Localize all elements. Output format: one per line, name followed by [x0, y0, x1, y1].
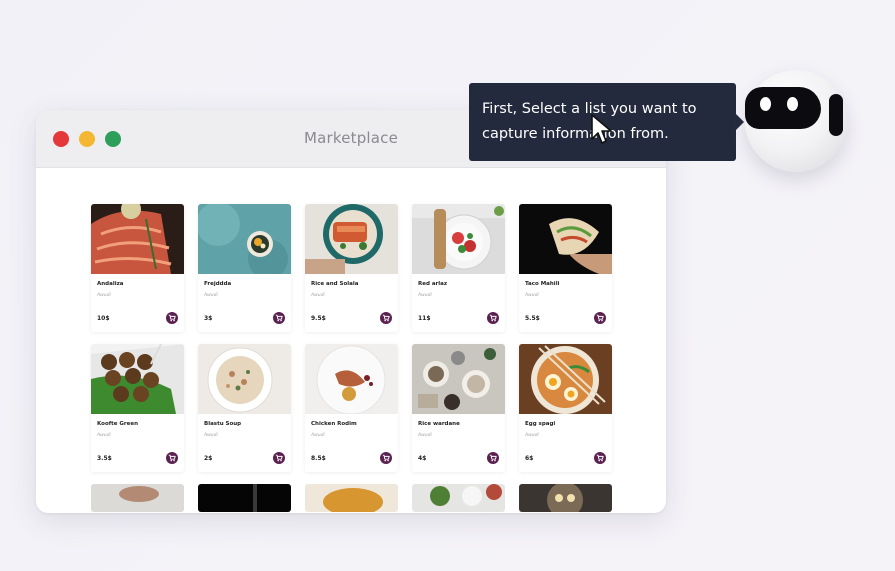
product-image[interactable]: [412, 204, 505, 274]
add-to-cart-button[interactable]: [380, 312, 392, 324]
product-name: Andaliza: [97, 281, 124, 287]
product-price: 6$: [525, 455, 534, 462]
product-card[interactable]: Chicken Rodim Awudi 8.5$: [305, 344, 398, 472]
cart-icon: [275, 314, 283, 322]
product-price: 9.5$: [311, 315, 326, 322]
product-image[interactable]: [305, 204, 398, 274]
add-to-cart-button[interactable]: [487, 312, 499, 324]
product-grid: Andaliza Awudi 10$ Frejddda Awudi 3$ Rice and …: [91, 204, 612, 512]
add-to-cart-button[interactable]: [166, 312, 178, 324]
product-card[interactable]: [412, 484, 505, 512]
cart-icon: [489, 314, 497, 322]
product-image[interactable]: [412, 344, 505, 414]
add-to-cart-button[interactable]: [594, 312, 606, 324]
cart-icon: [382, 454, 390, 462]
product-subtitle: Awudi: [97, 293, 111, 298]
cart-icon: [168, 454, 176, 462]
product-image[interactable]: [198, 204, 291, 274]
cart-icon: [382, 314, 390, 322]
product-name: Red arlaz: [418, 281, 448, 287]
product-card[interactable]: [91, 484, 184, 512]
product-image[interactable]: [198, 484, 291, 512]
product-name: Blastu Soup: [204, 421, 242, 427]
mouse-cursor-icon: [591, 114, 612, 144]
add-to-cart-button[interactable]: [273, 312, 285, 324]
cart-icon: [596, 314, 604, 322]
robot-ear: [829, 94, 843, 136]
product-image[interactable]: [91, 344, 184, 414]
product-subtitle: Awudi: [525, 433, 539, 438]
product-card[interactable]: Red arlaz Awudi 11$: [412, 204, 505, 332]
add-to-cart-button[interactable]: [166, 452, 178, 464]
product-subtitle: Awudi: [525, 293, 539, 298]
product-image[interactable]: [198, 344, 291, 414]
product-subtitle: Awudi: [97, 433, 111, 438]
robot-visor: [745, 87, 821, 129]
product-image[interactable]: [91, 204, 184, 274]
cart-icon: [596, 454, 604, 462]
product-card[interactable]: [519, 484, 612, 512]
product-card[interactable]: Rice and Solala Awudi 9.5$: [305, 204, 398, 332]
product-card[interactable]: [198, 484, 291, 512]
cart-icon: [168, 314, 176, 322]
product-image[interactable]: [519, 204, 612, 274]
add-to-cart-button[interactable]: [273, 452, 285, 464]
product-subtitle: Awudi: [204, 433, 218, 438]
product-name: Koofte Green: [97, 421, 138, 427]
product-card[interactable]: Koofte Green Awudi 3.5$: [91, 344, 184, 472]
robot-mascot: [745, 70, 847, 172]
product-name: Egg spagi: [525, 421, 556, 427]
product-name: Rice and Solala: [311, 281, 359, 287]
add-to-cart-button[interactable]: [380, 452, 392, 464]
product-image[interactable]: [412, 484, 505, 512]
product-card[interactable]: Frejddda Awudi 3$: [198, 204, 291, 332]
add-to-cart-button[interactable]: [594, 452, 606, 464]
product-image[interactable]: [305, 344, 398, 414]
product-name: Rice wardane: [418, 421, 460, 427]
product-card[interactable]: Rice wardane Awudi 4$: [412, 344, 505, 472]
product-name: Taco Mahili: [525, 281, 560, 287]
product-card[interactable]: Andaliza Awudi 10$: [91, 204, 184, 332]
product-price: 2$: [204, 455, 213, 462]
product-card[interactable]: Egg spagi Awudi 6$: [519, 344, 612, 472]
product-name: Frejddda: [204, 281, 232, 287]
product-card[interactable]: [305, 484, 398, 512]
cart-icon: [489, 454, 497, 462]
product-card[interactable]: Blastu Soup Awudi 2$: [198, 344, 291, 472]
product-price: 5.5$: [525, 315, 540, 322]
product-image[interactable]: [519, 484, 612, 512]
robot-eye-right: [787, 97, 798, 111]
robot-eye-left: [760, 97, 771, 111]
product-price: 3.5$: [97, 455, 112, 462]
cart-icon: [275, 454, 283, 462]
product-price: 10$: [97, 315, 110, 322]
product-subtitle: Awudi: [204, 293, 218, 298]
product-image[interactable]: [91, 484, 184, 512]
product-name: Chicken Rodim: [311, 421, 357, 427]
product-price: 4$: [418, 455, 427, 462]
product-card[interactable]: Taco Mahili Awudi 5.5$: [519, 204, 612, 332]
product-price: 8.5$: [311, 455, 326, 462]
product-subtitle: Awudi: [418, 293, 432, 298]
product-subtitle: Awudi: [418, 433, 432, 438]
product-price: 3$: [204, 315, 213, 322]
browser-window: Marketplace Andaliza Awudi 10$ Frejddda Awud…: [36, 110, 666, 513]
product-image[interactable]: [305, 484, 398, 512]
product-price: 11$: [418, 315, 431, 322]
product-image[interactable]: [519, 344, 612, 414]
add-to-cart-button[interactable]: [487, 452, 499, 464]
product-subtitle: Awudi: [311, 293, 325, 298]
product-subtitle: Awudi: [311, 433, 325, 438]
